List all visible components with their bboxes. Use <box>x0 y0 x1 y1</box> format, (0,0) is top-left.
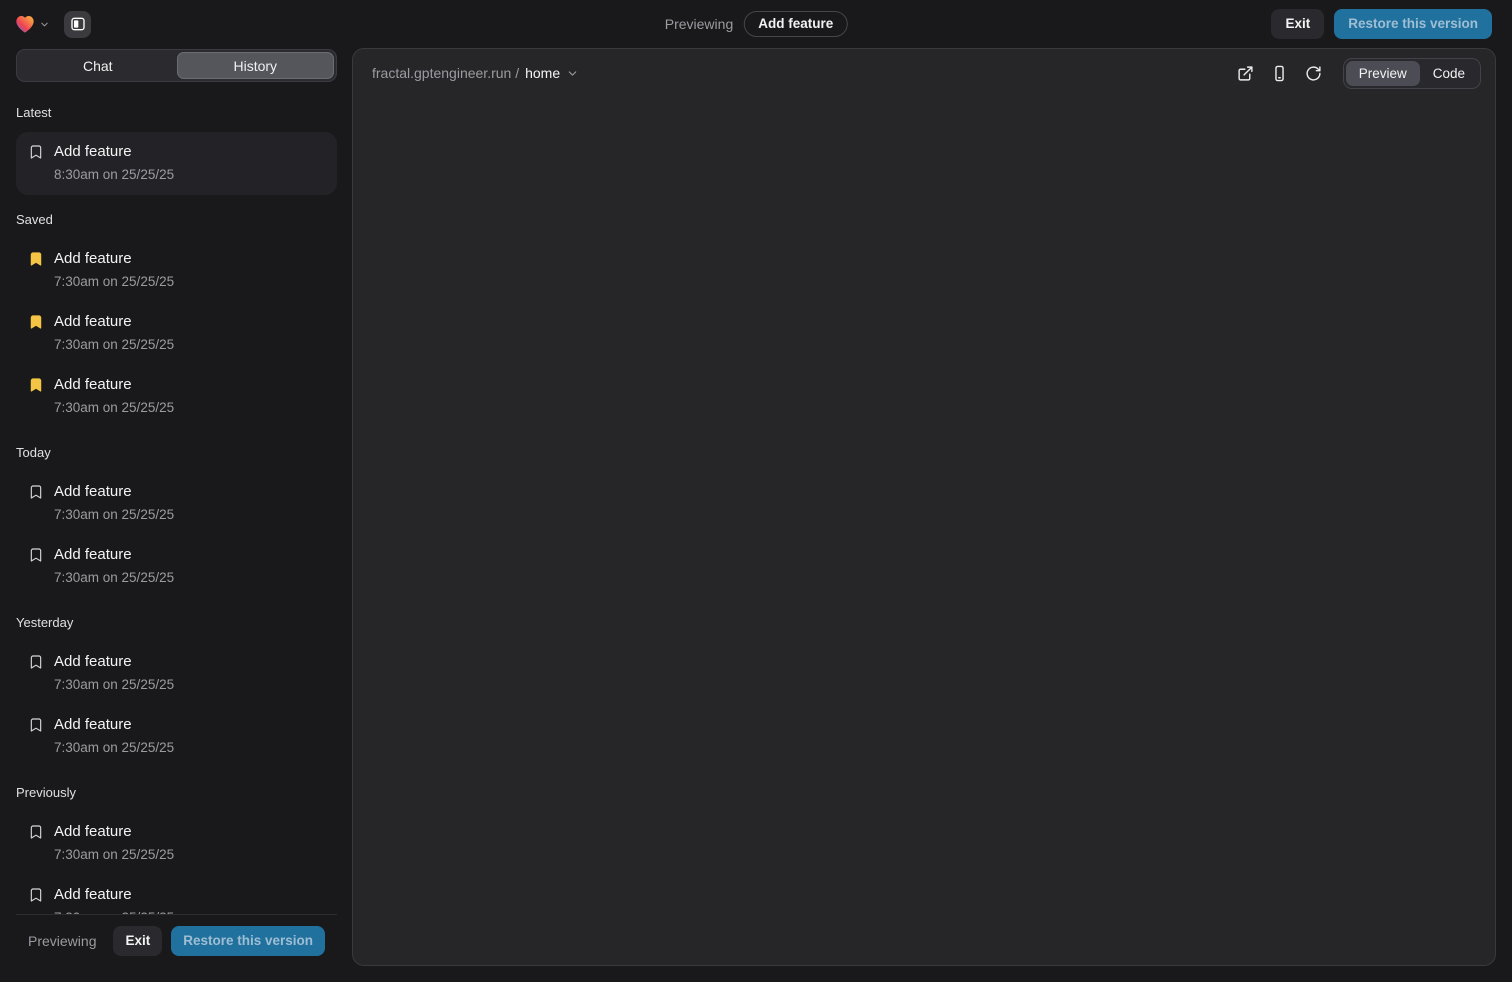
section-items: Add feature 7:30am on 25/25/25 Add featu… <box>16 472 337 598</box>
previewing-status-label: Previewing <box>28 933 96 949</box>
section-title: Previously <box>16 785 337 800</box>
history-item[interactable]: Add feature 7:30am on 25/25/25 <box>16 642 337 705</box>
section-title: Yesterday <box>16 615 337 630</box>
history-item[interactable]: Add feature 7:30am on 25/25/25 <box>16 239 337 302</box>
sidebar-footer: Previewing Exit Restore this version <box>16 914 337 966</box>
item-time: 7:30am on 25/25/25 <box>54 675 174 695</box>
section-title: Today <box>16 445 337 460</box>
item-title: Add feature <box>54 715 174 735</box>
bookmark-filled-icon <box>28 314 44 330</box>
refresh-button[interactable] <box>1299 58 1329 88</box>
exit-button[interactable]: Exit <box>1271 9 1324 39</box>
version-badge[interactable]: Add feature <box>744 11 847 37</box>
breadcrumb-page: home <box>525 65 560 81</box>
view-mode-toggle: Preview Code <box>1343 58 1481 89</box>
topbar-center: Previewing Add feature <box>665 11 848 37</box>
bookmark-outline-icon <box>28 484 44 500</box>
item-time: 7:30am on 25/25/25 <box>54 738 174 758</box>
history-section: Today Add feature 7:30am on 25/25/25 Add… <box>16 445 337 598</box>
item-time: 7:30am on 25/25/25 <box>54 568 174 588</box>
breadcrumb[interactable]: fractal.gptengineer.run / home <box>372 65 579 81</box>
open-in-new-tab-button[interactable] <box>1231 58 1261 88</box>
history-item[interactable]: Add feature 7:30am on 25/25/25 <box>16 705 337 768</box>
item-title: Add feature <box>54 885 174 905</box>
bookmark-outline-icon <box>28 547 44 563</box>
section-items: Add feature 7:30am on 25/25/25 Add featu… <box>16 239 337 428</box>
external-link-icon <box>1237 65 1254 82</box>
history-item[interactable]: Add feature 7:30am on 25/25/25 <box>16 535 337 598</box>
preview-viewport <box>353 97 1495 965</box>
item-title: Add feature <box>54 545 174 565</box>
item-title: Add feature <box>54 312 174 332</box>
sidebar-tabs: Chat History <box>16 49 337 82</box>
item-title: Add feature <box>54 249 174 269</box>
history-sidebar: Chat History Latest Add feature 8:30am o… <box>16 48 337 966</box>
workspace-menu-button[interactable] <box>12 12 52 36</box>
history-item[interactable]: Add feature 7:30am on 25/25/25 <box>16 875 337 914</box>
history-item[interactable]: Add feature 8:30am on 25/25/25 <box>16 132 337 195</box>
item-time: 7:30am on 25/25/25 <box>54 335 174 355</box>
bookmark-outline-icon <box>28 887 44 903</box>
topbar-right: Exit Restore this version <box>1271 9 1492 39</box>
item-title: Add feature <box>54 375 174 395</box>
item-title: Add feature <box>54 142 174 162</box>
tab-code[interactable]: Code <box>1420 61 1478 86</box>
history-item[interactable]: Add feature 7:30am on 25/25/25 <box>16 812 337 875</box>
restore-version-button[interactable]: Restore this version <box>1334 9 1492 39</box>
section-title: Latest <box>16 105 337 120</box>
item-title: Add feature <box>54 652 174 672</box>
preview-panel-header: fractal.gptengineer.run / home <box>353 49 1495 97</box>
main-layout: Chat History Latest Add feature 8:30am o… <box>0 48 1512 974</box>
bookmark-outline-icon <box>28 717 44 733</box>
item-time: 8:30am on 25/25/25 <box>54 165 174 185</box>
sidebar-toggle-button[interactable] <box>64 11 91 38</box>
history-item[interactable]: Add feature 7:30am on 25/25/25 <box>16 302 337 365</box>
section-items: Add feature 8:30am on 25/25/25 <box>16 132 337 195</box>
section-title: Saved <box>16 212 337 227</box>
bookmark-outline-icon <box>28 824 44 840</box>
history-section: Previously Add feature 7:30am on 25/25/2… <box>16 785 337 914</box>
item-title: Add feature <box>54 482 174 502</box>
heart-gradient-icon <box>14 14 36 34</box>
item-title: Add feature <box>54 822 174 842</box>
section-items: Add feature 7:30am on 25/25/25 Add featu… <box>16 642 337 768</box>
previewing-status-label: Previewing <box>665 16 733 32</box>
topbar-left <box>12 11 91 38</box>
item-time: 7:30am on 25/25/25 <box>54 505 174 525</box>
bookmark-filled-icon <box>28 251 44 267</box>
item-time: 7:30am on 25/25/25 <box>54 398 174 418</box>
history-section: Yesterday Add feature 7:30am on 25/25/25… <box>16 615 337 768</box>
bookmark-filled-icon <box>28 377 44 393</box>
history-item[interactable]: Add feature 7:30am on 25/25/25 <box>16 472 337 535</box>
exit-button[interactable]: Exit <box>113 926 162 956</box>
preview-panel: fractal.gptengineer.run / home <box>352 48 1496 966</box>
topbar: Previewing Add feature Exit Restore this… <box>0 0 1512 48</box>
refresh-icon <box>1305 65 1322 82</box>
mobile-view-button[interactable] <box>1265 58 1295 88</box>
history-item[interactable]: Add feature 7:30am on 25/25/25 <box>16 365 337 428</box>
tab-preview[interactable]: Preview <box>1346 61 1420 86</box>
item-time: 7:30am on 25/25/25 <box>54 272 174 292</box>
bookmark-outline-icon <box>28 144 44 160</box>
bookmark-outline-icon <box>28 654 44 670</box>
panel-left-icon <box>70 16 86 32</box>
restore-version-button[interactable]: Restore this version <box>171 926 325 956</box>
preview-actions: Preview Code <box>1231 58 1481 89</box>
smartphone-icon <box>1271 65 1288 82</box>
chevron-down-icon <box>39 19 50 30</box>
tab-history[interactable]: History <box>177 52 335 79</box>
breadcrumb-site: fractal.gptengineer.run / <box>372 65 519 81</box>
history-section: Latest Add feature 8:30am on 25/25/25 <box>16 105 337 195</box>
chevron-down-icon <box>566 67 579 80</box>
tab-chat[interactable]: Chat <box>19 52 177 79</box>
history-section: Saved Add feature 7:30am on 25/25/25 Add… <box>16 212 337 428</box>
item-time: 7:30am on 25/25/25 <box>54 845 174 865</box>
section-items: Add feature 7:30am on 25/25/25 Add featu… <box>16 812 337 914</box>
history-list: Latest Add feature 8:30am on 25/25/25 Sa… <box>16 88 337 914</box>
